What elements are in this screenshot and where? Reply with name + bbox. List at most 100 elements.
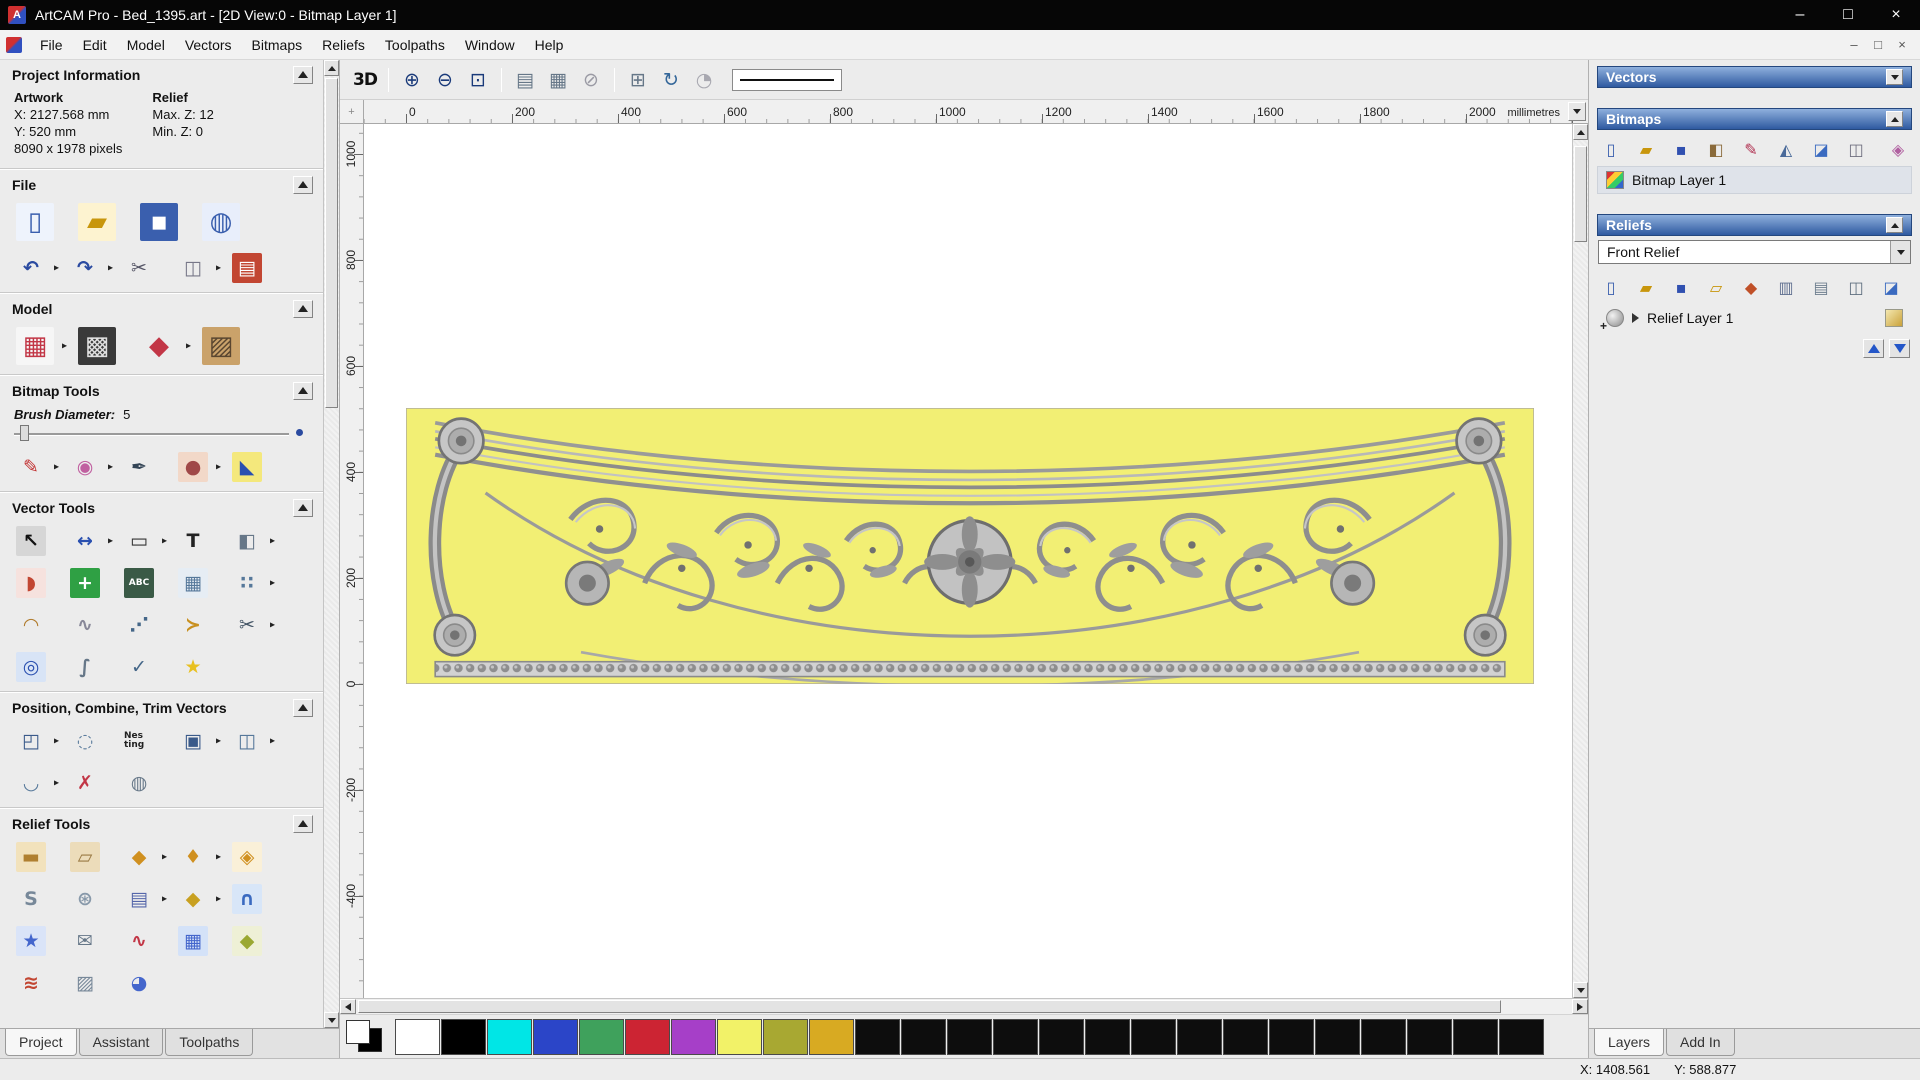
import-model-icon[interactable]: ◍ (202, 203, 240, 241)
menu-item[interactable]: Reliefs (312, 32, 375, 58)
weave-wizard-icon[interactable]: ⊛ (70, 884, 100, 914)
wave-relief-icon[interactable]: ∿ (124, 926, 154, 956)
bitmap-to-vector-icon[interactable]: ◭ (1774, 137, 1798, 161)
offset-relief-icon[interactable]: ▤ ▸ (124, 884, 167, 914)
scroll-left-button[interactable] (340, 999, 356, 1014)
palette-swatch[interactable] (441, 1018, 486, 1055)
nesting-icon[interactable]: Nes ting (124, 726, 154, 756)
palette-swatch[interactable] (1085, 1018, 1130, 1055)
load-reference-icon[interactable]: ▨ (202, 327, 240, 365)
fence-vectors-icon[interactable]: ▦ (178, 568, 208, 598)
ruler-options-button[interactable] (1568, 102, 1586, 121)
add-clipart-icon[interactable]: ♦ ▸ (178, 842, 221, 872)
palette-swatch[interactable] (901, 1018, 946, 1055)
mirror-vectors-icon[interactable]: ◧ ▸ (232, 526, 275, 556)
redraw-view-icon[interactable]: ↻ (656, 65, 686, 95)
sculpt-icon[interactable]: ▬ (16, 842, 46, 872)
scrollbar-thumb[interactable] (358, 1000, 1502, 1013)
palette-swatch[interactable] (395, 1018, 440, 1055)
undo-icon[interactable]: ↶ ▸ (16, 253, 59, 283)
collapse-model-button[interactable] (293, 299, 313, 318)
delete-bitmap-icon[interactable]: ◫ (1844, 137, 1868, 161)
save-relief-icon[interactable]: ▪ (1669, 275, 1693, 299)
menu-item[interactable]: Edit (73, 32, 117, 58)
menu-item[interactable]: Window (455, 32, 525, 58)
palette-swatch[interactable] (855, 1018, 900, 1055)
create-ring-icon[interactable]: ◎ (16, 652, 46, 682)
primary-secondary-color-widget[interactable] (343, 1017, 391, 1057)
flood-fill-icon[interactable]: ◣ (232, 452, 262, 482)
scroll-up-button[interactable] (324, 60, 339, 76)
relief-selector-dropdown[interactable]: Front Relief (1598, 240, 1911, 264)
calculate-relief-icon[interactable]: ◆ (1739, 275, 1763, 299)
zoom-window-icon[interactable]: ⊡ (463, 65, 493, 95)
palette-swatch[interactable] (1223, 1018, 1268, 1055)
minimize-button[interactable]: – (1776, 0, 1824, 30)
menu-item[interactable]: Help (525, 32, 574, 58)
move-layer-up-button[interactable] (1863, 339, 1884, 358)
palette-swatch[interactable] (763, 1018, 808, 1055)
bitmap-layer-row[interactable]: Bitmap Layer 1 (1597, 166, 1912, 194)
canvas-horizontal-scrollbar[interactable] (340, 998, 1588, 1014)
relief-layer-clipart-icon[interactable] (1885, 309, 1903, 327)
palette-swatch[interactable] (487, 1018, 532, 1055)
scroll-right-button[interactable] (1572, 999, 1588, 1014)
delete-relief-icon[interactable]: ◫ (1844, 275, 1868, 299)
palette-swatch[interactable] (579, 1018, 624, 1055)
menu-item[interactable]: Bitmaps (242, 32, 313, 58)
copy-icon[interactable]: ◫ ▸ (178, 253, 221, 283)
move-layer-down-button[interactable] (1889, 339, 1910, 358)
new-relief-icon[interactable]: ▯ (1599, 275, 1623, 299)
tab-add-in[interactable]: Add In (1666, 1029, 1735, 1056)
smooth-relief-icon[interactable]: ▱ (70, 842, 100, 872)
redo-icon[interactable]: ↷ ▸ (70, 253, 113, 283)
expand-relief-layer-icon[interactable] (1632, 313, 1639, 323)
scatter-vectors-icon[interactable]: ∷ ▸ (232, 568, 275, 598)
create-text-icon[interactable]: T (178, 526, 208, 556)
node-edit-icon[interactable]: ⋰ (124, 610, 154, 640)
sweep-profile-icon[interactable]: S (16, 884, 46, 914)
new-bitmap-icon[interactable]: ▯ (1599, 137, 1623, 161)
save-bitm ap-icon[interactable]: ▪ (1669, 137, 1693, 161)
palette-swatch[interactable] (1039, 1018, 1084, 1055)
adjust-model-icon[interactable]: ▩ (78, 327, 116, 365)
palette-swatch[interactable] (1131, 1018, 1176, 1055)
collapse-bitmaps-button[interactable] (1886, 111, 1903, 127)
draw-bitmap-icon[interactable]: ✎ (1739, 137, 1763, 161)
bitmap-contrast-icon[interactable]: ◧ (1704, 137, 1728, 161)
open-model-icon[interactable]: ▰ (78, 203, 116, 241)
rotate-copy-icon[interactable]: ◌ (70, 726, 100, 756)
brush-diameter-slider[interactable] (14, 424, 305, 442)
dropdown-arrow-icon[interactable] (1890, 241, 1910, 263)
mdi-close-button[interactable]: × (1890, 37, 1914, 52)
cut-icon[interactable]: ✂ (124, 253, 154, 283)
preview-relief-icon[interactable]: ▥ (1774, 275, 1798, 299)
import-relief-icon[interactable]: ▱ (1704, 275, 1728, 299)
model-lighting-icon[interactable]: ◆ ▸ (140, 327, 191, 365)
mdi-minimize-button[interactable]: – (1842, 37, 1866, 52)
mdi-restore-button[interactable]: □ (1866, 37, 1890, 52)
palette-swatch[interactable] (1177, 1018, 1222, 1055)
open-relief-icon[interactable]: ▰ (1634, 275, 1658, 299)
vector-boundary-icon[interactable]: ◗ (16, 568, 46, 598)
collapse-relief-tools-button[interactable] (293, 814, 313, 833)
primary-color-front[interactable] (346, 1019, 370, 1044)
scroll-up-button[interactable] (1573, 124, 1588, 140)
block-copy-icon[interactable]: ◰ ▸ (16, 726, 59, 756)
menu-item[interactable]: File (30, 32, 73, 58)
two-rail-sweep-icon[interactable]: ≋ (16, 968, 46, 998)
transform-vectors-icon[interactable]: ↔ ▸ (70, 526, 113, 556)
spin-copy-icon[interactable]: ◍ (124, 768, 154, 798)
palette-swatch[interactable] (1315, 1018, 1360, 1055)
tab-layers[interactable]: Layers (1594, 1029, 1665, 1056)
palette-icon[interactable]: ● ▸ (178, 452, 221, 482)
collapse-vectors-button[interactable] (1886, 69, 1903, 85)
align-vectors-icon[interactable]: ▣ ▸ (178, 726, 221, 756)
palette-swatch[interactable] (947, 1018, 992, 1055)
palette-swatch[interactable] (1407, 1018, 1452, 1055)
fade-relief-icon[interactable]: ▨ (70, 968, 100, 998)
zoom-page-icon[interactable]: ▤ (510, 65, 540, 95)
trim-weld-icon[interactable]: ✗ (70, 768, 100, 798)
paint-brush-icon[interactable]: ✎ ▸ (16, 452, 59, 482)
bitmap-to-vector-icon[interactable]: + (70, 568, 100, 598)
